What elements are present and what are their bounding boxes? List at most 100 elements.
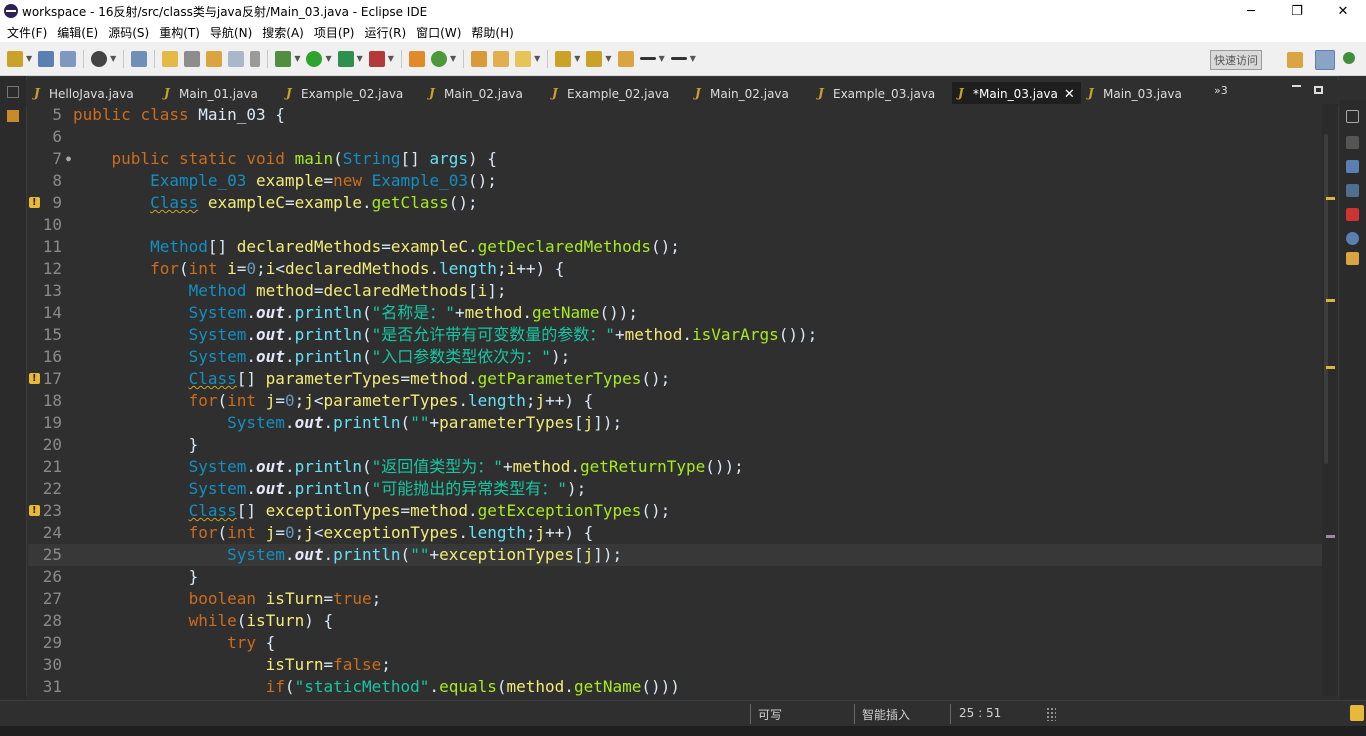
new-java-project-icon[interactable] (408, 50, 425, 67)
chevron-down-icon[interactable]: ▼ (534, 54, 540, 63)
close-button[interactable]: ✕ (1320, 0, 1366, 22)
toggle-block-selection-icon[interactable] (184, 50, 201, 67)
code-line[interactable]: 23 Class[] exceptionTypes=method.getExce… (28, 500, 1322, 522)
code-line[interactable]: 22 System.out.println("可能抛出的异常类型有："); (28, 478, 1322, 500)
code-line[interactable]: 27 boolean isTurn=true; (28, 588, 1322, 610)
code-line[interactable]: 10 (28, 214, 1322, 236)
chevron-down-icon[interactable]: ▼ (294, 54, 300, 63)
occurrence-marker[interactable] (1326, 535, 1335, 538)
code-text[interactable]: } (73, 434, 199, 456)
code-line[interactable]: 20 } (28, 434, 1322, 456)
maximize-editor-icon[interactable] (1314, 86, 1323, 94)
code-text[interactable]: } (73, 566, 199, 588)
chevron-down-icon[interactable]: ▼ (574, 54, 580, 63)
warning-marker[interactable] (1326, 197, 1335, 200)
back-icon[interactable] (639, 57, 656, 60)
code-line[interactable]: 15 System.out.println("是否允许带有可变数量的参数："+m… (28, 324, 1322, 346)
code-text[interactable]: System.out.println("返回值类型为："+method.getR… (73, 456, 744, 478)
code-line[interactable]: 17 Class[] parameterTypes=method.getPara… (28, 368, 1322, 390)
code-text[interactable]: for(int i=0;i<declaredMethods.length;i++… (73, 258, 564, 280)
word-wrap-icon[interactable] (228, 50, 245, 67)
code-line[interactable]: 25 System.out.println(""+exceptionTypes[… (28, 544, 1322, 566)
tab-example-03[interactable]: Example_03.java (818, 82, 935, 106)
code-text[interactable]: Method[] declaredMethods=exampleC.getDec… (73, 236, 680, 258)
coverage-icon[interactable] (337, 50, 354, 67)
restore-icon[interactable] (1346, 110, 1359, 123)
chevron-down-icon[interactable]: ▼ (357, 54, 363, 63)
close-tab-icon[interactable]: ✕ (1064, 87, 1075, 102)
code-line[interactable]: 24 for(int j=0;j<exceptionTypes.length;j… (28, 522, 1322, 544)
chevron-down-icon[interactable]: ▼ (450, 54, 456, 63)
problems-icon[interactable] (1346, 184, 1359, 197)
code-text[interactable]: System.out.println(""+exceptionTypes[j])… (73, 544, 622, 566)
chevron-down-icon[interactable]: ▼ (388, 54, 394, 63)
menu-refactor[interactable]: 重构(T) (154, 24, 205, 41)
code-line[interactable]: 12 for(int i=0;i<declaredMethods.length;… (28, 258, 1322, 280)
tab-example-02-b[interactable]: Example_02.java (552, 82, 669, 106)
save-all-icon[interactable] (60, 50, 77, 67)
last-edit-location-icon[interactable] (617, 50, 634, 67)
code-text[interactable]: System.out.println("是否允许带有可变数量的参数："+meth… (73, 324, 818, 346)
search-icon[interactable] (515, 50, 532, 67)
code-text[interactable]: Example_03 example=new Example_03(); (73, 170, 497, 192)
code-text[interactable]: System.out.println("入口参数类型依次为："); (73, 346, 571, 368)
minimize-button[interactable]: ─ (1228, 0, 1274, 22)
tab-main-03-active[interactable]: *Main_03.java ✕ (952, 82, 1081, 106)
debug-perspective-switch-icon[interactable] (1343, 52, 1355, 64)
code-line[interactable]: 11 Method[] declaredMethods=exampleC.get… (28, 236, 1322, 258)
external-tools-icon[interactable] (368, 50, 385, 67)
code-line[interactable]: 21 System.out.println("返回值类型为："+method.g… (28, 456, 1322, 478)
save-icon[interactable] (38, 50, 55, 67)
skip-breakpoints-icon[interactable] (131, 50, 148, 67)
pilcrow-icon[interactable] (250, 50, 261, 67)
open-perspective-icon[interactable] (1287, 52, 1303, 68)
next-annotation-icon[interactable] (555, 50, 572, 67)
code-line[interactable]: 5 public class Main_03 { (28, 104, 1322, 126)
new-icon[interactable] (7, 50, 23, 67)
restore-icon[interactable] (7, 86, 19, 98)
code-text[interactable]: public static void main(String[] args) { (73, 148, 497, 170)
chevron-down-icon[interactable]: ▼ (605, 54, 611, 63)
task-list-icon[interactable] (1346, 136, 1359, 149)
open-type-icon[interactable] (471, 50, 488, 67)
new-class-icon[interactable] (430, 50, 447, 67)
code-text[interactable]: Class[] exceptionTypes=method.getExcepti… (73, 500, 671, 522)
code-line[interactable]: 29 try { (28, 632, 1322, 654)
tab-example-02[interactable]: Example_02.java (286, 82, 403, 106)
code-line[interactable]: 14 System.out.println("名称是："+method.getN… (28, 302, 1322, 324)
code-text[interactable]: while(isTurn) { (73, 610, 334, 632)
chevron-down-icon[interactable]: ▼ (110, 54, 116, 63)
debug-icon[interactable] (275, 50, 292, 67)
package-explorer-icon[interactable] (7, 110, 19, 122)
overview-ruler[interactable] (1322, 104, 1338, 696)
run-icon[interactable] (306, 50, 323, 67)
code-line[interactable]: 6 (28, 126, 1322, 148)
menu-navigate[interactable]: 导航(N) (205, 24, 257, 41)
code-line[interactable]: 16 System.out.println("入口参数类型依次为："); (28, 346, 1322, 368)
menu-source[interactable]: 源码(S) (103, 24, 154, 41)
tab-main-03[interactable]: Main_03.java (1088, 82, 1182, 106)
tab-main-02-b[interactable]: Main_02.java (695, 82, 789, 106)
code-line[interactable]: 8 Example_03 example=new Example_03(); (28, 170, 1322, 192)
forward-icon[interactable] (670, 57, 687, 60)
code-line[interactable]: 9 Class exampleC=example.getClass(); (28, 192, 1322, 214)
code-text[interactable]: boolean isTurn=true; (73, 588, 382, 610)
tab-main-01[interactable]: Main_01.java (164, 82, 258, 106)
code-text[interactable]: if("staticMethod".equals(method.getName(… (73, 676, 680, 696)
warning-marker[interactable] (1326, 299, 1335, 302)
code-line[interactable]: 13 Method method=declaredMethods[i]; (28, 280, 1322, 302)
show-whitespace-icon[interactable] (206, 50, 223, 67)
chevron-down-icon[interactable]: ▼ (690, 54, 696, 63)
java-perspective-icon[interactable] (1315, 50, 1335, 70)
previous-annotation-icon[interactable] (586, 50, 603, 67)
menu-window[interactable]: 窗口(W) (411, 24, 466, 41)
declaration-icon[interactable] (1346, 232, 1359, 245)
code-text[interactable]: isTurn=false; (73, 654, 391, 676)
code-line[interactable]: 19 System.out.println(""+parameterTypes[… (28, 412, 1322, 434)
tab-overflow-button[interactable]: »3 (1214, 84, 1228, 97)
warning-marker[interactable] (1326, 366, 1335, 369)
chevron-down-icon[interactable]: ▼ (26, 54, 32, 63)
menu-run[interactable]: 运行(R) (359, 24, 411, 41)
code-line[interactable]: 30 isTurn=false; (28, 654, 1322, 676)
code-line[interactable]: 26 } (28, 566, 1322, 588)
